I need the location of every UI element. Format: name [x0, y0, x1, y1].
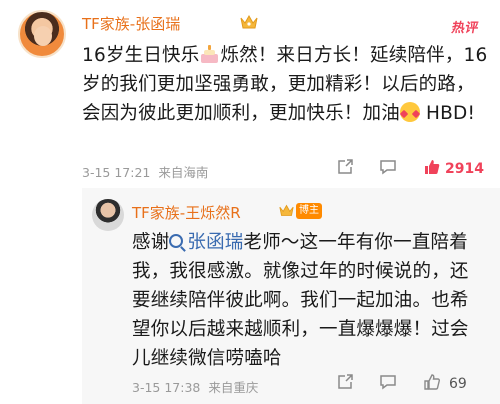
like-icon[interactable]: [422, 372, 442, 392]
blogger-badge: 博主: [296, 203, 322, 219]
share-icon[interactable]: [336, 373, 354, 391]
crown-icon: [240, 14, 258, 29]
comment-text: 16岁生日快乐 烁然！来日方长！延续陪伴，16岁的我们更加坚强勇敢，更加精彩！以后…: [82, 45, 488, 124]
reply-location: 来自重庆: [208, 380, 259, 395]
reply-icon[interactable]: [379, 158, 397, 176]
like-count: 69: [449, 376, 467, 392]
comment-meta: 3-15 17:21 来自海南: [82, 162, 208, 181]
comment-date: 3-15 17:21: [82, 165, 151, 180]
reply-icon[interactable]: [379, 373, 397, 391]
like-icon[interactable]: [422, 157, 442, 177]
mention-search-icon: [169, 234, 184, 248]
share-icon[interactable]: [336, 158, 354, 176]
crown-icon: [279, 204, 294, 216]
reply-meta: 3-15 17:38 来自重庆: [132, 377, 258, 396]
reply-author-name[interactable]: TF家族-王烁然R: [132, 202, 241, 223]
cake-icon: [200, 45, 219, 63]
like-count: 2914: [445, 161, 484, 177]
love-face-icon: [399, 102, 421, 122]
comment-location: 来自海南: [158, 165, 209, 180]
mention-link[interactable]: 张函瑞: [169, 232, 243, 253]
comment-author-name[interactable]: TF家族-张函瑞: [82, 13, 180, 34]
reply-text: 感谢 张函瑞老师～这一年有你一直陪着我，我很感激。就像过年的时候说的，还要继续陪伴…: [132, 232, 469, 369]
hot-comment-badge: 热评: [450, 21, 480, 36]
avatar[interactable]: [18, 10, 66, 58]
reply-avatar[interactable]: [92, 199, 124, 231]
reply-date: 3-15 17:38: [132, 380, 201, 395]
